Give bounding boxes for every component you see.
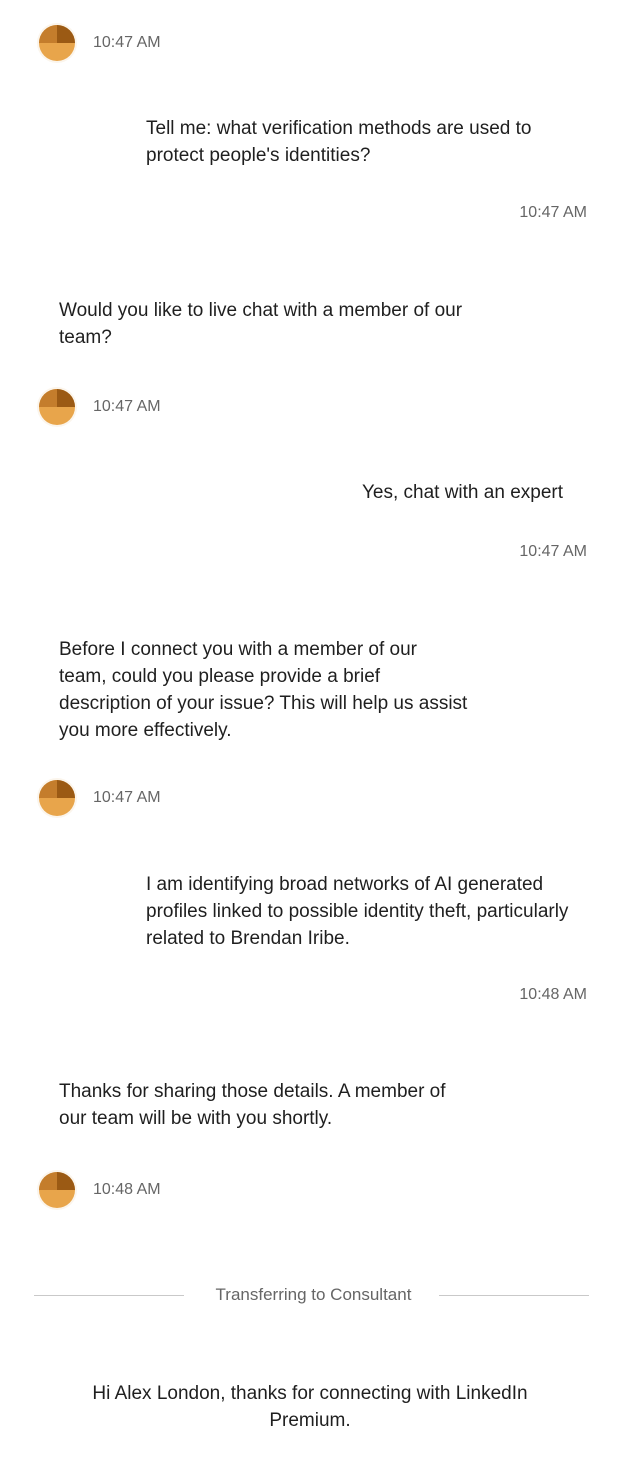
user-message: Yes, chat with an expert: [361, 482, 563, 503]
user-message: I am identifying broad networks of AI ge…: [146, 874, 569, 949]
user-message-time: 10:48 AM: [519, 986, 587, 1003]
bot-message-time: 10:47 AM: [93, 398, 161, 415]
bot-message: Would you like to live chat with a membe…: [59, 300, 463, 348]
bot-message-time: 10:47 AM: [93, 789, 161, 806]
bot-message-time: 10:47 AM: [93, 34, 161, 51]
bot-avatar-icon: [39, 25, 75, 61]
bot-avatar-icon: [39, 780, 75, 816]
bot-avatar: [37, 778, 77, 818]
user-message: Tell me: what verification methods are u…: [146, 118, 532, 166]
bot-message-time: 10:48 AM: [93, 1181, 161, 1198]
divider-line-right: [439, 1295, 589, 1296]
bot-avatar: [37, 387, 77, 427]
bot-message: Before I connect you with a member of ou…: [59, 639, 468, 741]
bot-avatar: [37, 1170, 77, 1210]
agent-message: Hi Alex London, thanks for connecting wi…: [92, 1383, 528, 1431]
bot-message: Thanks for sharing those details. A memb…: [59, 1081, 446, 1129]
user-message-time: 10:47 AM: [519, 204, 587, 221]
bot-avatar-icon: [39, 1172, 75, 1208]
bot-avatar: [37, 23, 77, 63]
bot-avatar-icon: [39, 389, 75, 425]
user-message-time: 10:47 AM: [519, 543, 587, 560]
